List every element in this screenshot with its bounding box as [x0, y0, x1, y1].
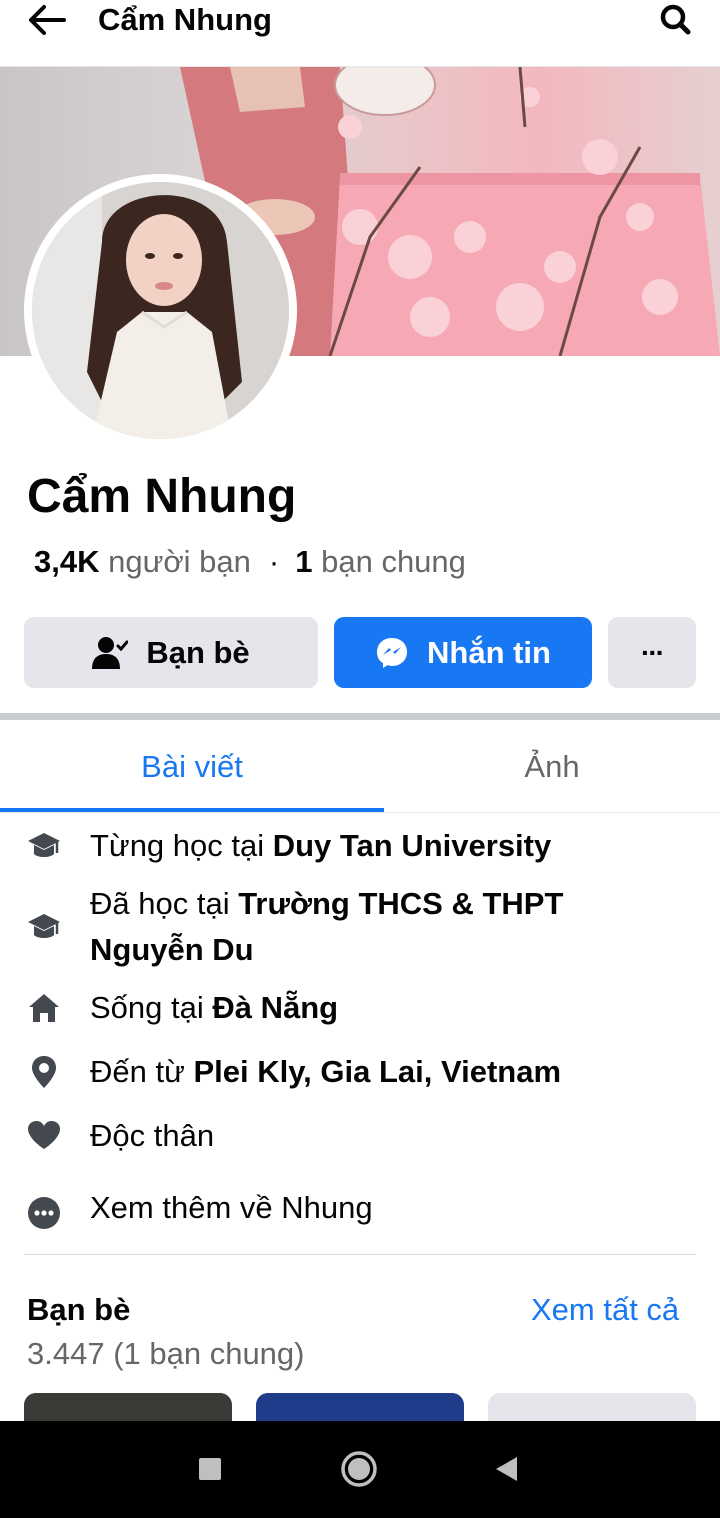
friend-thumbnail[interactable] — [256, 1393, 464, 1421]
messenger-icon — [375, 636, 409, 670]
friend-counts[interactable]: 3,4K người bạn · 1 bạn chung — [34, 541, 466, 583]
intro-row-see-more[interactable]: Xem thêm về Nhung — [0, 1185, 720, 1231]
intro-row-from: Đến từ Plei Kly, Gia Lai, Vietnam — [0, 1049, 720, 1095]
separator-dot: · — [268, 544, 280, 579]
intro-hometown[interactable]: Plei Kly, Gia Lai, Vietnam — [193, 1054, 561, 1089]
more-circle-icon — [24, 1193, 64, 1233]
tab-posts[interactable]: Bài viết — [0, 722, 384, 812]
top-app-bar: Cẩm Nhung — [0, 0, 720, 67]
message-button[interactable]: Nhắn tin — [334, 617, 592, 688]
intro-city[interactable]: Đà Nẵng — [212, 990, 338, 1025]
friends-section-title: Bạn bè — [27, 1292, 131, 1327]
friend-count-value: 3,4K — [34, 544, 100, 579]
graduation-cap-icon — [24, 907, 64, 947]
page-title: Cẩm Nhung — [98, 2, 272, 37]
intro-prefix: Từng học tại — [90, 828, 273, 863]
profile-avatar[interactable] — [32, 182, 289, 439]
friends-button[interactable]: Bạn bè — [24, 617, 318, 688]
see-all-friends-link[interactable]: Xem tất cả — [531, 1289, 679, 1331]
mutual-count-value: 1 — [295, 544, 313, 579]
profile-name: Cẩm Nhung — [27, 470, 297, 523]
mutual-count-label: bạn chung — [321, 544, 466, 579]
circle-icon — [341, 1451, 377, 1487]
intro-row-school: Đã học tại Trường THCS & THPT Nguyễn Du — [0, 881, 720, 973]
tab-photos[interactable]: Ảnh — [384, 722, 720, 812]
more-dots-icon: ··· — [641, 636, 665, 668]
see-more-about-label[interactable]: Xem thêm về Nhung — [90, 1185, 680, 1231]
section-separator — [0, 713, 720, 720]
intro-row-education: Từng học tại Duy Tan University — [0, 823, 720, 869]
tab-divider — [0, 812, 720, 813]
system-navigation-bar — [0, 1421, 720, 1518]
back-button[interactable] — [22, 0, 74, 40]
friends-button-label: Bạn bè — [146, 634, 250, 670]
friend-check-icon — [92, 636, 129, 670]
back-nav-button[interactable] — [476, 1439, 536, 1499]
search-button[interactable] — [654, 0, 698, 40]
intro-row-lives: Sống tại Đà Nẵng — [0, 985, 720, 1031]
more-options-button[interactable]: ··· — [608, 617, 696, 688]
home-icon — [24, 988, 64, 1028]
friend-count-label: người bạn — [108, 544, 251, 579]
message-button-label: Nhắn tin — [427, 634, 551, 670]
intro-prefix: Đã học tại — [90, 886, 239, 921]
intro-prefix: Đến từ — [90, 1054, 194, 1089]
heart-icon — [24, 1115, 64, 1155]
friends-count: 3.447 (1 bạn chung) — [27, 1336, 305, 1371]
intro-school[interactable]: Duy Tan University — [273, 828, 552, 863]
graduation-cap-icon — [24, 826, 64, 866]
intro-relationship: Độc thân — [90, 1118, 215, 1153]
arrow-left-icon — [29, 5, 66, 35]
friend-thumbnail[interactable] — [488, 1393, 696, 1421]
square-icon — [199, 1458, 221, 1480]
triangle-back-icon — [496, 1457, 517, 1481]
avatar-illustration — [32, 182, 289, 439]
intro-prefix: Sống tại — [90, 990, 213, 1025]
section-divider — [24, 1254, 696, 1255]
friend-thumbnail[interactable] — [24, 1393, 232, 1421]
search-icon — [660, 4, 691, 35]
home-button[interactable] — [329, 1439, 389, 1499]
recents-button[interactable] — [180, 1439, 240, 1499]
location-pin-icon — [24, 1052, 64, 1092]
intro-row-relationship: Độc thân — [0, 1113, 720, 1159]
